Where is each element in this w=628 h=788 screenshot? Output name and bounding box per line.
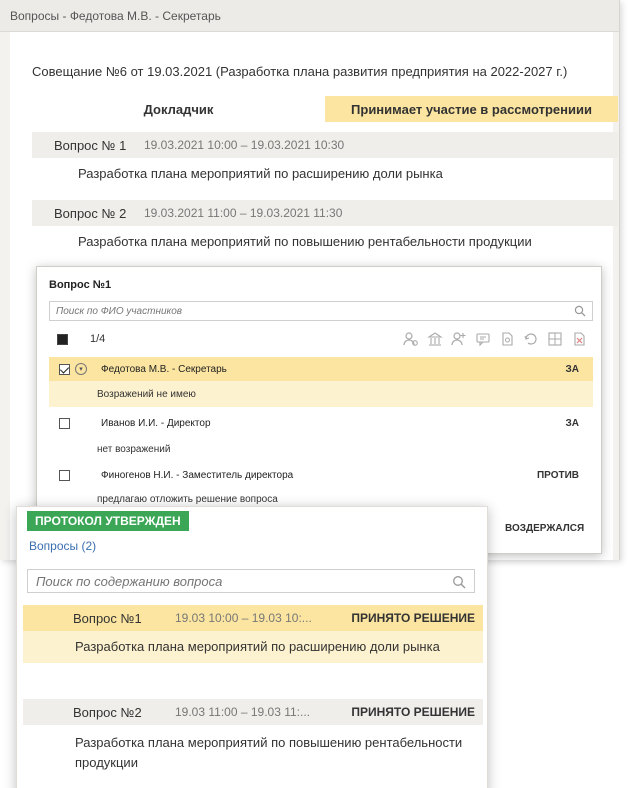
delete-document-icon[interactable] — [570, 331, 587, 348]
window-title-bar[interactable]: Вопросы - Федотова М.В. - Секретарь — [0, 0, 619, 32]
decision-status: ПРИНЯТО РЕШЕНИЕ — [351, 705, 475, 719]
search-icon[interactable] — [574, 305, 586, 317]
question-number: Вопрос № 1 — [54, 137, 127, 153]
grid-icon[interactable] — [546, 331, 563, 348]
tab-participant[interactable]: Принимает участие в рассмотрениии — [325, 96, 618, 122]
participant-name: Иванов И.И. - Директор — [101, 417, 211, 429]
participant-search — [49, 301, 593, 321]
question-header-2[interactable]: Вопрос № 2 19.03.2021 11:00 – 19.03.2021… — [32, 200, 618, 226]
participant-vote: ПРОТИВ — [536, 469, 579, 481]
search-icon[interactable] — [452, 575, 466, 589]
user-settings-icon[interactable] — [402, 331, 419, 348]
protocol-panel: ПРОТОКОЛ УТВЕРЖДЕН Вопросы (2) Вопрос №1… — [16, 506, 488, 788]
role-tabs: Докладчик Принимает участие в рассмотрен… — [32, 96, 618, 122]
meeting-title: Совещание №6 от 19.03.2021 (Разработка п… — [32, 64, 568, 79]
question-text-1: Разработка плана мероприятий по расширен… — [78, 166, 443, 181]
selection-counter: 1/4 — [90, 333, 106, 345]
decision-question-header-2[interactable]: Вопрос №2 19.03 11:00 – 19.03 11:... ПРИ… — [23, 699, 483, 725]
protocol-status-badge: ПРОТОКОЛ УТВЕРЖДЕН — [27, 511, 189, 531]
participant-row[interactable]: ▾ Федотова М.В. - Секретарь ЗА — [49, 357, 593, 381]
participant-row[interactable]: Иванов И.И. - Директор ЗА — [49, 411, 593, 435]
tab-speaker[interactable]: Докладчик — [32, 96, 325, 122]
institution-icon[interactable] — [426, 331, 443, 348]
panel-title: Вопрос №1 — [49, 279, 112, 291]
select-all-checkbox[interactable] — [57, 333, 68, 345]
document-icon[interactable] — [498, 331, 515, 348]
questions-link[interactable]: Вопросы (2) — [29, 539, 96, 553]
decision-question-header-1[interactable]: Вопрос №1 19.03 10:00 – 19.03 10:... ПРИ… — [23, 605, 483, 631]
decision-status: ПРИНЯТО РЕШЕНИЕ — [351, 611, 475, 625]
chevron-down-icon[interactable]: ▾ — [75, 363, 87, 375]
participant-name: Финогенов Н.И. - Заместитель директора — [101, 469, 294, 481]
participant-search-input[interactable] — [50, 302, 592, 320]
participant-checkbox[interactable] — [59, 417, 70, 429]
participant-name: Федотова М.В. - Секретарь — [101, 363, 227, 375]
question-search-input[interactable] — [28, 570, 474, 592]
question-number: Вопрос №2 — [73, 704, 142, 720]
window-title: Вопросы - Федотова М.В. - Секретарь — [10, 8, 221, 23]
question-text-2: Разработка плана мероприятий по повышени… — [78, 234, 532, 249]
participant-row[interactable]: Финогенов Н.И. - Заместитель директора П… — [49, 463, 593, 487]
comment-icon[interactable] — [474, 331, 491, 348]
question-header-1[interactable]: Вопрос № 1 19.03.2021 10:00 – 19.03.2021… — [32, 132, 618, 158]
participant-checkbox[interactable] — [59, 363, 70, 375]
participants-toolbar: 1/4 — [49, 329, 593, 349]
participant-comment: Возражений не имею — [49, 381, 593, 407]
question-time: 19.03.2021 11:00 – 19.03.2021 11:30 — [144, 206, 343, 220]
question-number: Вопрос № 2 — [54, 205, 127, 221]
participant-checkbox[interactable] — [59, 469, 70, 481]
participant-vote: ЗА — [565, 363, 580, 375]
question-time: 19.03.2021 10:00 – 19.03.2021 10:30 — [144, 138, 345, 152]
decision-question-text-1: Разработка плана мероприятий по расширен… — [23, 631, 483, 663]
participant-vote: ЗА — [565, 417, 580, 429]
question-time: 19.03 11:00 – 19.03 11:... — [175, 705, 310, 719]
question-number: Вопрос №1 — [73, 610, 142, 626]
add-user-icon[interactable] — [450, 331, 467, 348]
question-time: 19.03 10:00 – 19.03 10:... — [175, 611, 312, 625]
decision-question-text-2: Разработка плана мероприятий по повышени… — [75, 735, 463, 770]
toolbar-icons — [402, 331, 587, 348]
question-search — [27, 569, 475, 593]
refresh-icon[interactable] — [522, 331, 539, 348]
abstain-vote-label: ВОЗДЕРЖАЛСЯ — [505, 523, 585, 534]
participant-comment: нет возражений — [97, 443, 171, 455]
